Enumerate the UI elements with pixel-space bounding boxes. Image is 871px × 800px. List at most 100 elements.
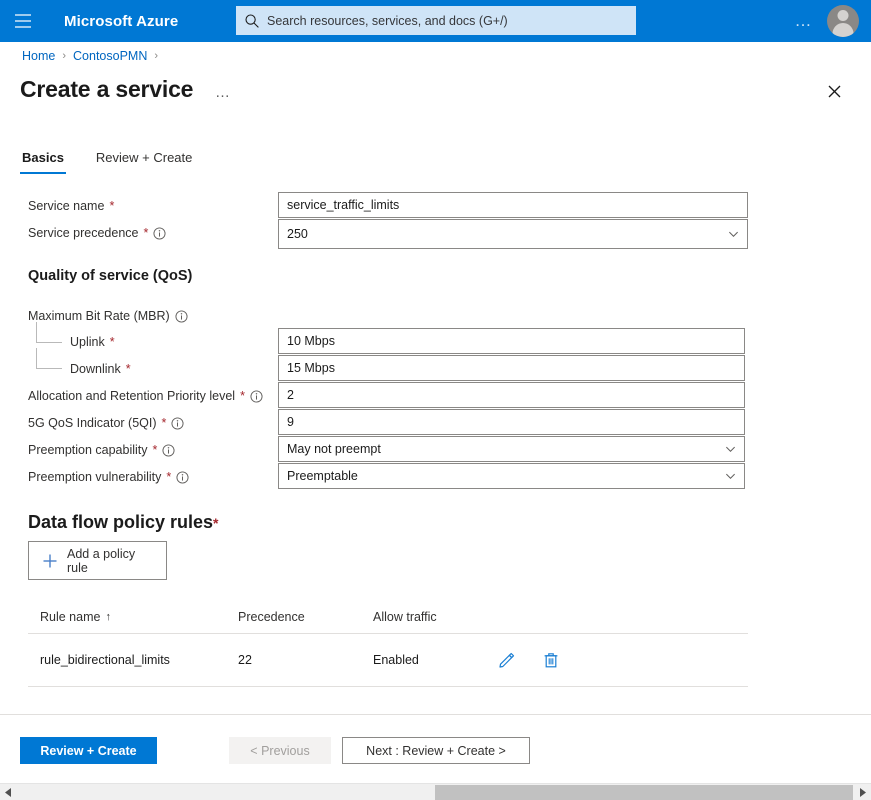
required-asterisk: * — [143, 226, 149, 240]
downlink-field[interactable] — [278, 355, 745, 381]
azure-portal-page: Microsoft Azure … Home › ContosoPMN › Cr… — [0, 0, 871, 800]
tab-list: Basics Review + Create — [20, 148, 222, 174]
tab-basics[interactable]: Basics — [20, 148, 66, 174]
service-precedence-select[interactable]: 250 — [278, 219, 748, 249]
column-header-precedence[interactable]: Precedence — [238, 610, 373, 624]
table-row[interactable]: rule_bidirectional_limits 22 Enabled — [28, 634, 748, 687]
preemption-vulnerability-label: Preemption vulnerability * — [28, 470, 189, 484]
policy-rules-heading-text: Data flow policy rules — [28, 512, 214, 532]
next-review-create-button[interactable]: Next : Review + Create > — [342, 737, 530, 764]
chevron-down-icon — [729, 231, 738, 238]
uplink-field[interactable] — [278, 328, 745, 354]
arp-label: Allocation and Retention Priority level … — [28, 389, 263, 403]
review-create-button[interactable]: Review + Create — [20, 737, 157, 764]
mbr-label: Maximum Bit Rate (MBR) — [28, 309, 188, 323]
column-header-allow-traffic[interactable]: Allow traffic — [373, 610, 498, 624]
arp-field[interactable] — [278, 382, 745, 408]
delete-trash-icon[interactable] — [542, 651, 560, 669]
uplink-label: Uplink * — [70, 335, 115, 349]
global-search-box[interactable] — [236, 6, 636, 35]
service-name-input[interactable] — [287, 198, 739, 212]
arp-input[interactable] — [287, 388, 736, 402]
info-icon[interactable] — [175, 309, 188, 323]
preemption-vulnerability-label-text: Preemption vulnerability — [28, 470, 162, 484]
horizontal-scrollbar[interactable] — [0, 783, 871, 800]
required-asterisk: * — [240, 389, 245, 403]
cell-rule-name: rule_bidirectional_limits — [40, 653, 170, 667]
required-asterisk: * — [109, 335, 115, 349]
chevron-down-icon — [726, 473, 735, 480]
column-header-rule-name-label: Rule name — [40, 609, 101, 624]
azure-brand-label[interactable]: Microsoft Azure — [64, 13, 178, 30]
service-precedence-label: Service precedence * — [28, 226, 166, 240]
required-asterisk: * — [161, 416, 167, 430]
scroll-right-icon[interactable] — [854, 784, 871, 800]
breadcrumb: Home › ContosoPMN › — [22, 49, 158, 63]
preemption-vulnerability-select[interactable]: Preemptable — [278, 463, 745, 489]
page-title: Create a service — [20, 76, 194, 102]
page-more-actions-icon[interactable]: … — [215, 84, 231, 101]
cell-actions — [498, 651, 560, 669]
table-header-row: Rule name ↑ Precedence Allow traffic — [28, 600, 748, 634]
arp-label-text: Allocation and Retention Priority level — [28, 389, 236, 403]
service-precedence-label-text: Service precedence — [28, 226, 139, 240]
tab-review-create[interactable]: Review + Create — [94, 148, 194, 174]
edit-pencil-icon[interactable] — [498, 651, 516, 669]
topbar-more-icon[interactable]: … — [795, 0, 814, 42]
service-name-label-text: Service name — [28, 199, 105, 213]
breadcrumb-item-home[interactable]: Home — [22, 49, 55, 63]
scroll-left-icon[interactable] — [0, 784, 17, 800]
close-icon[interactable] — [825, 82, 845, 102]
fiveqi-input[interactable] — [287, 415, 736, 429]
fiveqi-field[interactable] — [278, 409, 745, 435]
preemption-capability-value: May not preempt — [287, 442, 381, 456]
service-name-field[interactable] — [278, 192, 748, 218]
preemption-capability-label: Preemption capability * — [28, 443, 175, 457]
cell-precedence: 22 — [238, 653, 252, 667]
sort-ascending-icon: ↑ — [105, 610, 111, 623]
uplink-label-text: Uplink — [70, 335, 105, 349]
policy-rules-heading: Data flow policy rules* — [28, 512, 219, 533]
user-avatar-icon[interactable] — [827, 5, 859, 37]
downlink-label: Downlink * — [70, 362, 131, 376]
downlink-input[interactable] — [287, 361, 736, 375]
hamburger-menu-icon[interactable] — [0, 0, 46, 42]
add-policy-rule-label: Add a policy rule — [67, 546, 136, 575]
search-input[interactable] — [267, 13, 628, 28]
scrollbar-thumb[interactable] — [435, 784, 853, 800]
required-asterisk: * — [125, 362, 131, 376]
required-asterisk: * — [166, 470, 172, 484]
scrollbar-track[interactable] — [17, 784, 854, 800]
preemption-vulnerability-value: Preemptable — [287, 469, 358, 483]
info-icon[interactable] — [176, 470, 189, 484]
service-name-label: Service name * — [28, 199, 114, 213]
preemption-capability-select[interactable]: May not preempt — [278, 436, 745, 462]
chevron-down-icon — [726, 446, 735, 453]
breadcrumb-separator: › — [62, 50, 67, 62]
previous-button: < Previous — [229, 737, 331, 764]
info-icon[interactable] — [162, 443, 175, 457]
fiveqi-label: 5G QoS Indicator (5QI) * — [28, 416, 184, 430]
column-header-rule-name[interactable]: Rule name ↑ — [28, 610, 238, 624]
policy-rules-table: Rule name ↑ Precedence Allow traffic rul… — [28, 600, 748, 687]
cell-allow-traffic: Enabled — [373, 653, 419, 667]
downlink-label-text: Downlink — [70, 362, 121, 376]
footer-divider — [0, 714, 871, 715]
plus-icon — [43, 554, 57, 567]
uplink-input[interactable] — [287, 334, 736, 348]
breadcrumb-separator-trailing: › — [154, 50, 159, 62]
mbr-label-text: Maximum Bit Rate (MBR) — [28, 309, 170, 323]
required-asterisk: * — [109, 199, 115, 213]
add-policy-rule-button[interactable]: Add a policy rule — [28, 541, 167, 580]
service-precedence-value: 250 — [287, 227, 308, 241]
top-navigation-bar: Microsoft Azure … — [0, 0, 871, 42]
required-asterisk: * — [213, 515, 219, 531]
info-icon[interactable] — [153, 226, 166, 240]
info-icon[interactable] — [171, 416, 184, 430]
required-asterisk: * — [152, 443, 158, 457]
info-icon[interactable] — [250, 389, 263, 403]
preemption-capability-label-text: Preemption capability — [28, 443, 148, 457]
mbr-row: Maximum Bit Rate (MBR) — [0, 308, 871, 324]
breadcrumb-item-contosopmn[interactable]: ContosoPMN — [73, 49, 147, 63]
search-icon — [245, 13, 259, 28]
